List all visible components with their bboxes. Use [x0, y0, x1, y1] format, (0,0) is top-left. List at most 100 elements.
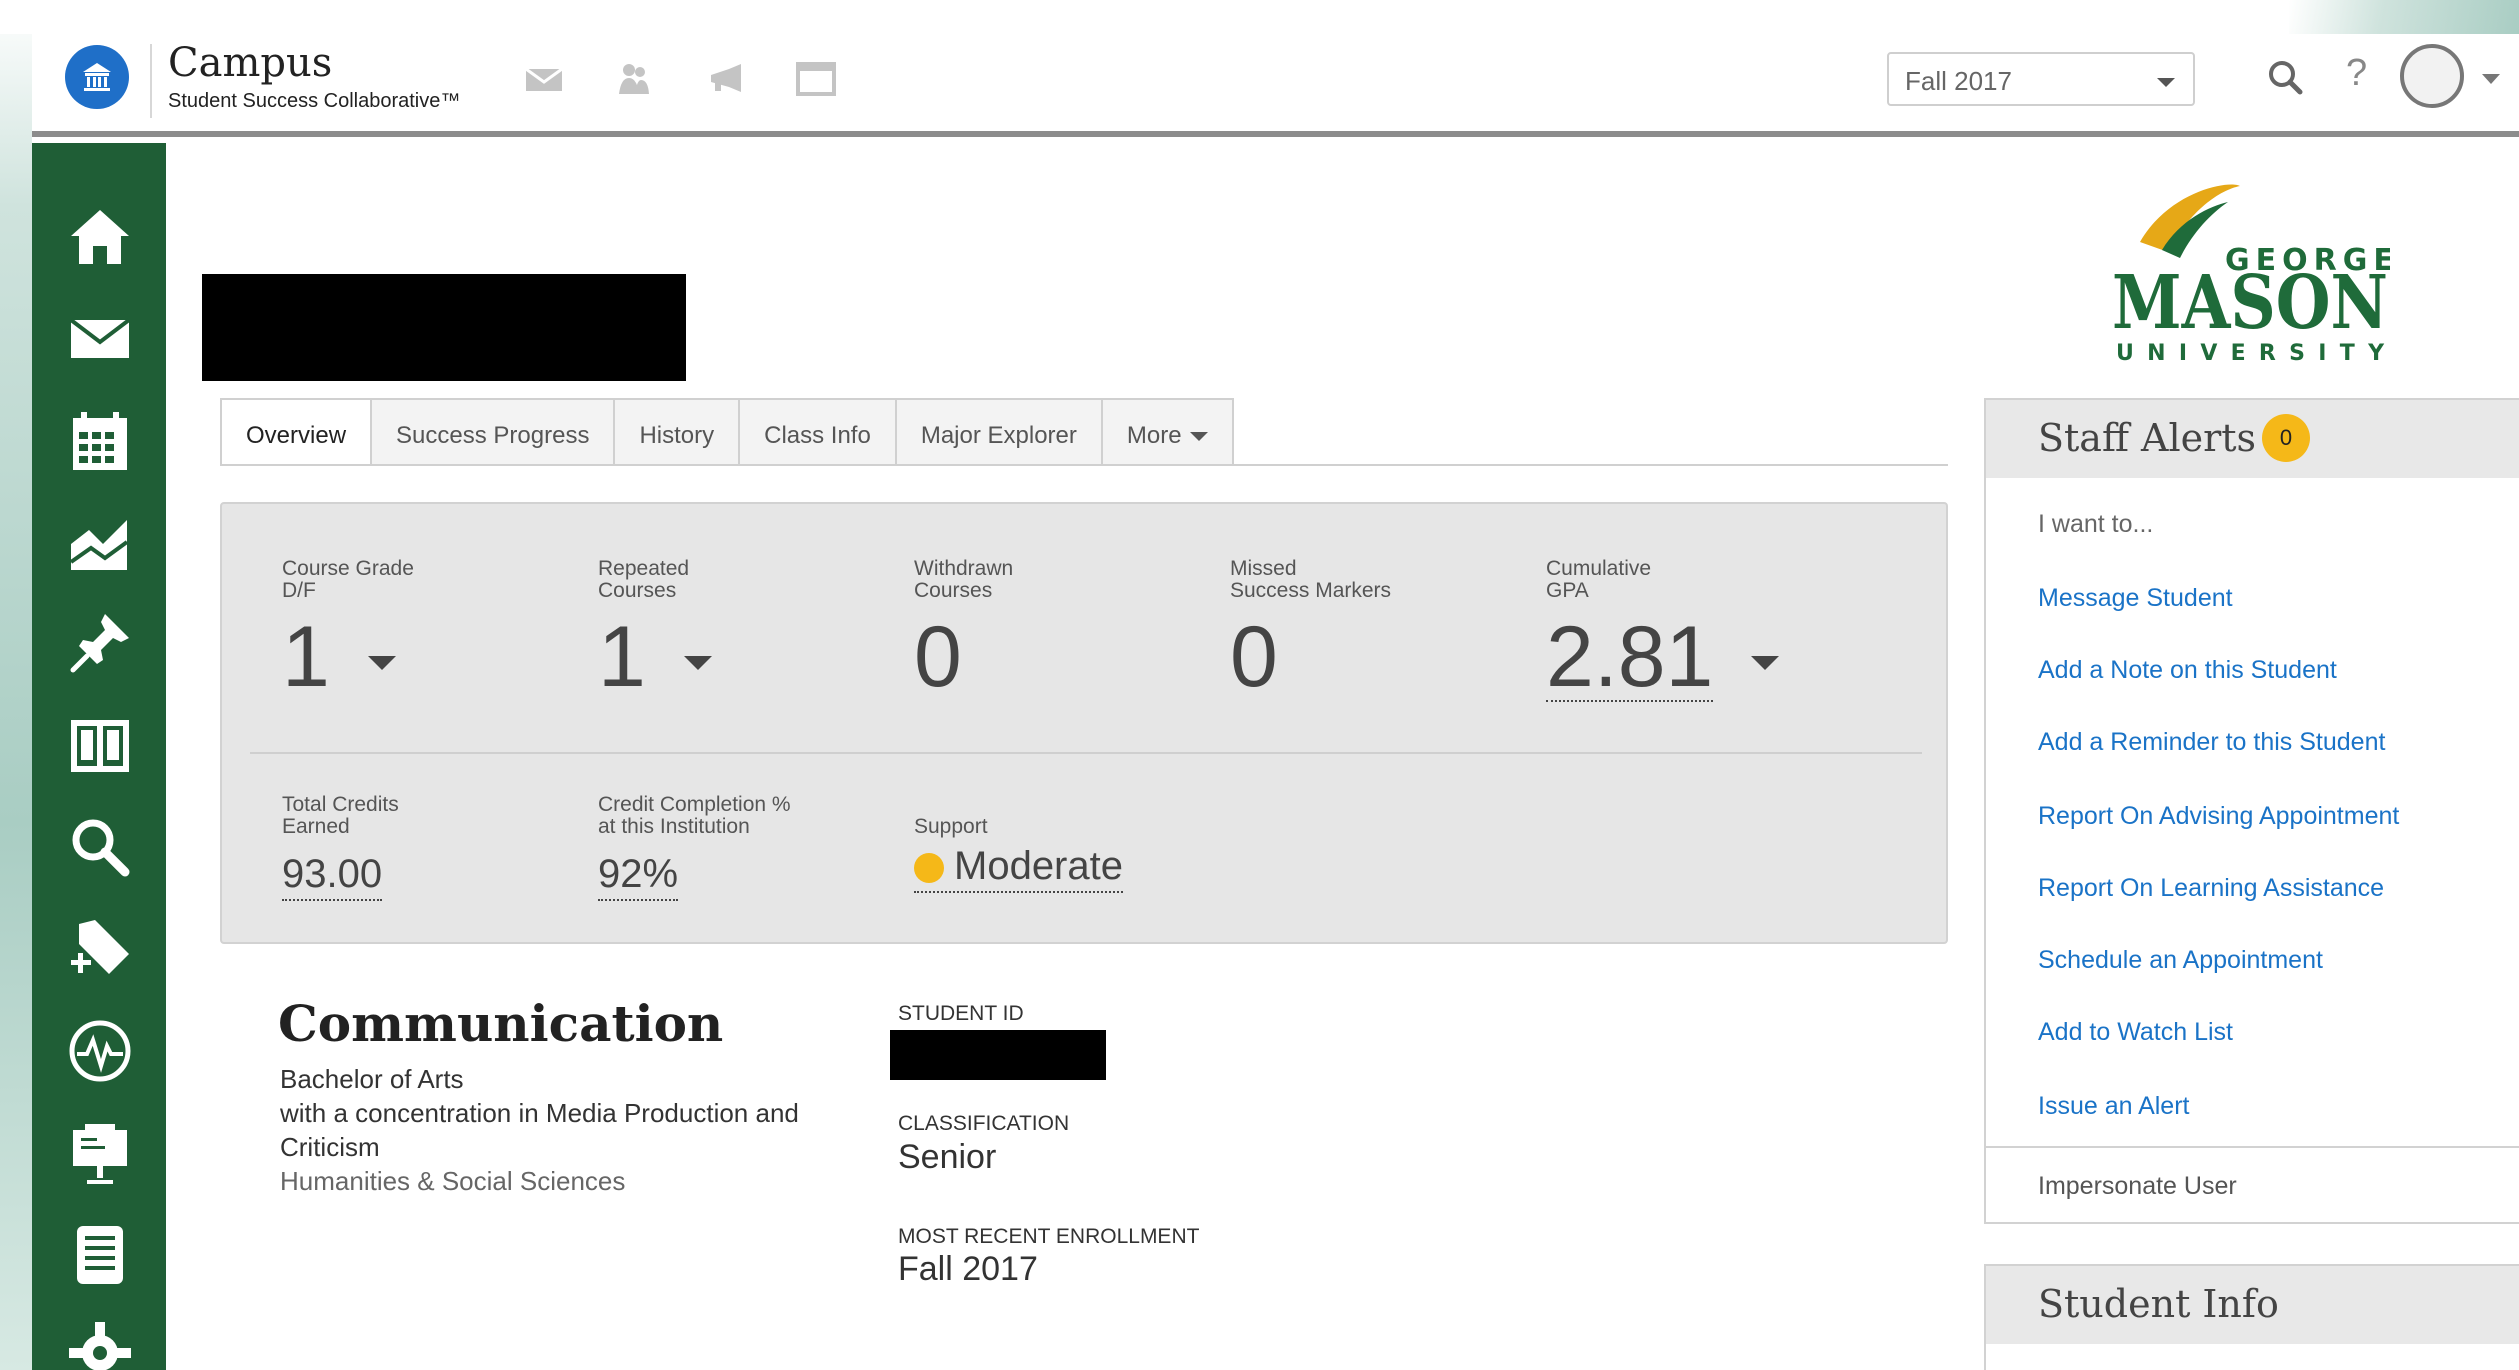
stat-label: Success Markers [1230, 579, 1392, 602]
stat-value[interactable]: 1 [598, 614, 712, 700]
building-icon [83, 63, 111, 91]
tab-more-label: More [1126, 422, 1182, 449]
course-grade-value: 1 [282, 609, 330, 705]
calendar-icon[interactable] [62, 403, 138, 479]
stat-label: Cumulative [1546, 557, 1652, 580]
document-icon[interactable] [62, 1217, 138, 1293]
tab-underline [220, 464, 1948, 466]
app-title[interactable]: Campus [168, 40, 332, 86]
staff-alerts-title: Staff Alerts [2038, 416, 2257, 460]
chevron-down-icon[interactable] [1751, 656, 1780, 671]
withdrawn-courses-value: 0 [914, 609, 962, 705]
home-icon[interactable] [62, 199, 138, 275]
staff-alerts-panel: Staff Alerts 0 I want to... Message Stud… [1984, 398, 2519, 1224]
student-info-title: Student Info [2038, 1282, 2279, 1326]
support-status-dot [914, 853, 944, 884]
tab-more[interactable]: More [1102, 398, 1234, 466]
tab-history[interactable]: History [615, 398, 741, 466]
stat-label: Withdrawn [914, 557, 1014, 580]
student-id-label: STUDENT ID [898, 1002, 1024, 1025]
student-info-header[interactable]: Student Info [1986, 1266, 2519, 1344]
window-icon[interactable] [790, 56, 842, 102]
stat-support: Support Moderate [914, 816, 1123, 893]
impersonate-user-link[interactable]: Impersonate User [2038, 1172, 2237, 1201]
stat-label: Repeated [598, 557, 690, 580]
college-text: Humanities & Social Sciences [280, 1166, 626, 1196]
chevron-down-icon[interactable] [367, 656, 396, 671]
sidebar-nav [32, 143, 166, 1370]
total-credits-value[interactable]: 93.00 [282, 852, 383, 901]
stat-label: at this Institution [598, 815, 750, 838]
stat-withdrawn-courses: Withdrawn Courses 0 [914, 557, 1014, 705]
tab-major-explorer[interactable]: Major Explorer [896, 398, 1103, 466]
staff-alerts-header: Staff Alerts 0 [1986, 400, 2519, 478]
support-value[interactable]: Moderate [914, 844, 1123, 893]
logo-mason: MASON [2112, 260, 2388, 346]
app-subtitle: Student Success Collaborative™ [168, 90, 461, 112]
help-icon[interactable]: ? [2346, 52, 2367, 95]
classification-value: Senior [898, 1138, 997, 1176]
george-mason-logo: GEORGE MASON UNIVERSITY [2112, 184, 2390, 365]
megaphone-icon[interactable] [700, 56, 752, 102]
background-left-edge [0, 0, 32, 1370]
mail-icon[interactable] [62, 301, 138, 377]
search-icon[interactable] [2262, 54, 2312, 104]
logo-separator [150, 44, 152, 118]
stat-value[interactable]: 1 [282, 614, 414, 700]
add-watch-list-link[interactable]: Add to Watch List [2038, 1018, 2233, 1047]
term-select-value: Fall 2017 [1905, 66, 2012, 96]
support-label: Moderate [954, 844, 1123, 888]
stat-repeated-courses: Repeated Courses 1 [598, 558, 712, 700]
schedule-appointment-link[interactable]: Schedule an Appointment [2038, 946, 2323, 975]
campus-logo-icon[interactable] [65, 45, 129, 109]
add-reminder-link[interactable]: Add a Reminder to this Student [2038, 728, 2385, 757]
mail-icon[interactable] [518, 56, 570, 102]
pin-icon[interactable] [62, 605, 138, 681]
concentration-text: with a concentration in Media Production… [280, 1098, 799, 1128]
missed-markers-value: 0 [1230, 609, 1278, 705]
people-icon[interactable] [608, 56, 660, 102]
tab-overview[interactable]: Overview [220, 398, 373, 466]
major-title: Communication [278, 994, 724, 1053]
add-note-link[interactable]: Add a Note on this Student [2038, 656, 2337, 685]
chevron-down-icon [1189, 432, 1208, 442]
issue-alert-link[interactable]: Issue an Alert [2038, 1092, 2189, 1121]
stat-total-credits: Total Credits Earned 93.00 [282, 794, 399, 901]
classification-label: CLASSIFICATION [898, 1112, 1070, 1135]
degree-text: Bachelor of Arts [280, 1064, 464, 1094]
stat-label: GPA [1546, 579, 1589, 602]
settings-icon[interactable] [62, 1315, 138, 1370]
stat-label: Support [914, 815, 988, 838]
alerts-separator [1986, 1146, 2519, 1148]
stat-label: Missed [1230, 557, 1297, 580]
stats-panel: Course Grade D/F 1 Repeated Courses 1 Wi… [220, 502, 1948, 944]
student-id-redacted [890, 1030, 1106, 1080]
student-info-panel: Student Info [1984, 1264, 2519, 1370]
chevron-down-icon[interactable] [2482, 74, 2500, 84]
chevron-down-icon [2157, 78, 2175, 87]
message-student-link[interactable]: Message Student [2038, 584, 2233, 613]
pulse-icon[interactable] [62, 1013, 138, 1089]
credit-completion-value[interactable]: 92% [598, 852, 679, 901]
chevron-down-icon[interactable] [683, 656, 712, 671]
term-select[interactable]: Fall 2017 [1887, 52, 2195, 106]
avatar[interactable] [2400, 44, 2464, 108]
book-icon[interactable] [62, 707, 138, 783]
gpa-value[interactable]: 2.81 [1546, 614, 1714, 702]
add-tag-icon[interactable] [62, 911, 138, 987]
stat-label: Earned [282, 815, 350, 838]
tab-bar: Overview Success Progress History Class … [220, 398, 1234, 466]
alerts-count-badge[interactable]: 0 [2262, 414, 2310, 462]
search-icon[interactable] [62, 809, 138, 885]
presentation-icon[interactable] [62, 1115, 138, 1191]
tab-success-progress[interactable]: Success Progress [372, 398, 616, 466]
tab-class-info[interactable]: Class Info [740, 398, 897, 466]
chart-icon[interactable] [62, 505, 138, 581]
stat-value[interactable]: 2.81 [1546, 614, 1780, 702]
enrollment-label: MOST RECENT ENROLLMENT [898, 1225, 1200, 1248]
report-advising-link[interactable]: Report On Advising Appointment [2038, 802, 2399, 831]
background-left-strip [0, 0, 32, 34]
stats-divider [250, 752, 1922, 754]
report-learning-link[interactable]: Report On Learning Assistance [2038, 874, 2384, 903]
background-top-right [2289, 0, 2519, 34]
